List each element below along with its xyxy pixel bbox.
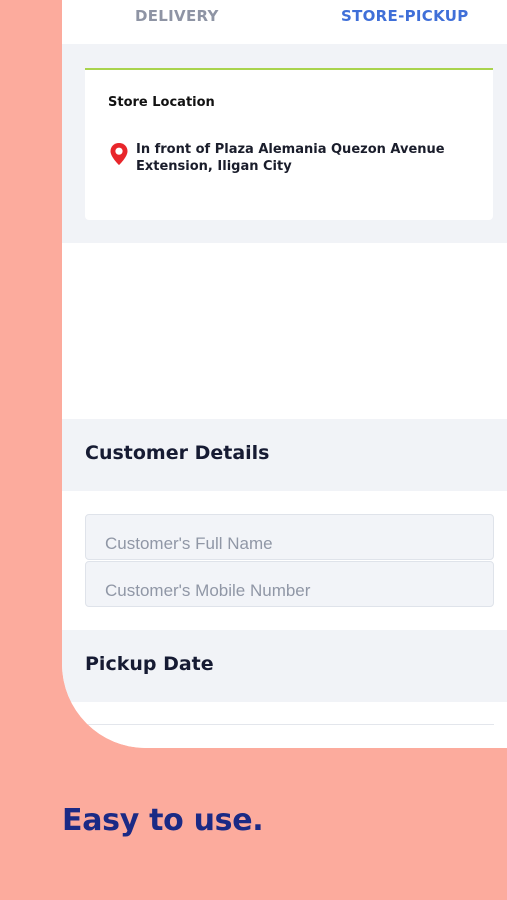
pickup-date-header: Pickup Date — [62, 630, 507, 702]
store-location-card: Store Location In front of Plaza Alemani… — [85, 68, 493, 220]
customer-mobile-number-input[interactable] — [85, 561, 494, 607]
store-address: In front of Plaza Alemania Quezon Avenue… — [136, 142, 445, 174]
location-pin-icon — [109, 142, 129, 166]
customer-details-title: Customer Details — [85, 442, 270, 464]
order-type-tabs: DELIVERY STORE-PICKUP — [62, 0, 507, 44]
customer-details-header: Customer Details — [62, 419, 507, 491]
tab-store-pickup[interactable]: STORE-PICKUP — [341, 7, 469, 25]
pickup-date-title: Pickup Date — [85, 653, 214, 675]
pickup-date-area — [62, 702, 507, 748]
phone-screen: DELIVERY STORE-PICKUP Store Location In … — [62, 0, 507, 748]
tagline: Easy to use. — [62, 803, 264, 838]
customer-full-name-input[interactable] — [85, 514, 494, 560]
store-section: Store Location In front of Plaza Alemani… — [62, 44, 507, 243]
store-location-title: Store Location — [108, 95, 215, 110]
pickup-date-field[interactable] — [85, 724, 494, 728]
tab-delivery[interactable]: DELIVERY — [135, 7, 219, 25]
